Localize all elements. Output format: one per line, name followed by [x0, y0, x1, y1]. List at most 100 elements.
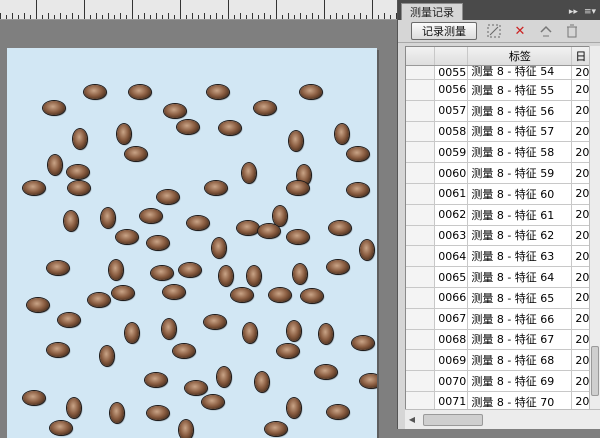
- row-select-cell[interactable]: [406, 350, 436, 371]
- row-select-cell[interactable]: [406, 246, 436, 267]
- trash-icon[interactable]: [563, 22, 581, 40]
- ruler-tick: [168, 13, 169, 19]
- seed-shape: [269, 288, 291, 302]
- row-label: 测量 8 - 特征 54: [468, 66, 573, 79]
- seed-shape: [258, 224, 280, 238]
- row-select-cell[interactable]: [406, 66, 436, 79]
- seed-shape: [204, 315, 226, 329]
- export-icon[interactable]: [537, 22, 555, 40]
- ruler-tick: [18, 15, 19, 19]
- row-label: 测量 8 - 特征 65: [468, 287, 573, 308]
- seed-shape: [109, 260, 123, 280]
- table-row[interactable]: 0055测量 8 - 特征 542013/8: [406, 66, 600, 80]
- header-label[interactable]: 标签: [468, 47, 573, 65]
- document-image[interactable]: [7, 48, 377, 438]
- table-row[interactable]: 0069测量 8 - 特征 682013/8: [406, 350, 600, 372]
- table-row[interactable]: 0067测量 8 - 特征 662013/8: [406, 308, 600, 330]
- horizontal-scroll-thumb[interactable]: [423, 413, 483, 426]
- row-select-cell[interactable]: [406, 142, 436, 163]
- table-row[interactable]: 0059测量 8 - 特征 582013/8: [406, 142, 600, 164]
- table-row[interactable]: 0062测量 8 - 特征 612013/8: [406, 204, 600, 226]
- table-row[interactable]: 0064测量 8 - 特征 632013/8: [406, 246, 600, 268]
- row-select-cell[interactable]: [406, 100, 436, 121]
- seed-shape: [315, 365, 337, 379]
- row-label: 测量 8 - 特征 61: [468, 204, 573, 225]
- row-id: 0061: [435, 183, 469, 204]
- record-measurement-button[interactable]: 记录测量: [411, 22, 477, 40]
- row-select-cell[interactable]: [406, 287, 436, 308]
- table-row[interactable]: 0066测量 8 - 特征 652013/8: [406, 287, 600, 309]
- ruler-tick: [78, 15, 79, 19]
- row-label: 测量 8 - 特征 64: [468, 267, 573, 287]
- table-row[interactable]: 0065测量 8 - 特征 642013/8: [406, 267, 600, 288]
- row-select-cell[interactable]: [406, 225, 436, 246]
- row-id: 0067: [435, 308, 469, 329]
- row-label: 测量 8 - 特征 56: [468, 100, 573, 121]
- row-select-cell[interactable]: [406, 308, 436, 329]
- ruler-tick: [258, 15, 259, 19]
- row-select-cell[interactable]: [406, 121, 436, 142]
- panel-toolbar: 记录测量 ✕: [398, 20, 600, 43]
- seed-shape: [67, 165, 89, 179]
- table-row[interactable]: 0070测量 8 - 特征 692013/8: [406, 371, 600, 392]
- seed-shape: [73, 129, 87, 149]
- row-label: 测量 8 - 特征 62: [468, 225, 573, 246]
- seed-shape: [147, 236, 169, 250]
- row-label: 测量 8 - 特征 58: [468, 142, 573, 163]
- ruler-tick: [378, 15, 379, 19]
- vertical-scroll-thumb[interactable]: [591, 346, 599, 396]
- double-arrow-icon[interactable]: ▸▸: [569, 7, 578, 17]
- seed-shape: [360, 240, 374, 260]
- table-row[interactable]: 0068测量 8 - 特征 672013/8: [406, 329, 600, 351]
- row-select-cell[interactable]: [406, 329, 436, 350]
- row-label: 测量 8 - 特征 63: [468, 246, 573, 267]
- vertical-scrollbar[interactable]: [589, 46, 600, 409]
- table-row[interactable]: 0061测量 8 - 特征 602013/8: [406, 183, 600, 205]
- row-select-cell[interactable]: [406, 371, 436, 391]
- ruler-tick: [162, 15, 163, 19]
- select-all-icon[interactable]: [485, 22, 503, 40]
- table-row[interactable]: 0057测量 8 - 特征 562013/8: [406, 100, 600, 122]
- seed-shape: [125, 147, 147, 161]
- seed-shape: [164, 104, 186, 118]
- row-label: 测量 8 - 特征 60: [468, 183, 573, 204]
- row-select-cell[interactable]: [406, 163, 436, 183]
- table-row[interactable]: 0056测量 8 - 特征 552013/8: [406, 80, 600, 101]
- seed-shape: [173, 344, 195, 358]
- seed-shape: [265, 422, 287, 436]
- row-label: 测量 8 - 特征 69: [468, 371, 573, 391]
- ruler-tick: [150, 15, 151, 19]
- ruler-tick: [348, 13, 349, 19]
- seed-shape: [293, 264, 307, 284]
- ruler-tick: [30, 15, 31, 19]
- scroll-left-icon[interactable]: ◀: [405, 415, 419, 424]
- table-body: 0055测量 8 - 特征 542013/80056测量 8 - 特征 5520…: [406, 66, 600, 413]
- table-row[interactable]: 0063测量 8 - 特征 622013/8: [406, 225, 600, 247]
- seed-shape: [212, 238, 226, 258]
- row-select-cell[interactable]: [406, 267, 436, 287]
- measurement-log-panel: 测量记录 ▸▸ ≡▾ 记录测量 ✕ 标签 日 0055 测量 8 - 特征 54 2…: [397, 0, 600, 429]
- horizontal-scrollbar[interactable]: ◀: [405, 409, 600, 429]
- seed-shape: [117, 124, 131, 144]
- ruler-tick: [384, 13, 385, 19]
- ruler-tick: [60, 13, 61, 19]
- row-select-cell[interactable]: [406, 183, 436, 204]
- ruler-tick: [288, 13, 289, 19]
- table-row[interactable]: 0058测量 8 - 特征 572013/8: [406, 121, 600, 143]
- delete-icon[interactable]: ✕: [511, 22, 529, 40]
- ruler-tick: [24, 13, 25, 19]
- panel-menu-icon[interactable]: ≡▾: [584, 7, 596, 17]
- row-select-cell[interactable]: [406, 204, 436, 225]
- ruler-tick: [270, 15, 271, 19]
- seed-shape: [68, 181, 90, 195]
- panel-tab[interactable]: 测量记录: [401, 3, 463, 20]
- row-select-cell[interactable]: [406, 80, 436, 100]
- canvas-workspace[interactable]: [0, 21, 397, 438]
- row-id: 0068: [435, 329, 469, 350]
- panel-menu: ▸▸ ≡▾: [569, 7, 596, 17]
- table-row[interactable]: 0060测量 8 - 特征 592013/8: [406, 163, 600, 184]
- ruler-tick: [144, 13, 145, 19]
- seed-shape: [231, 288, 253, 302]
- seed-shape: [110, 403, 124, 423]
- horizontal-ruler[interactable]: [0, 0, 397, 20]
